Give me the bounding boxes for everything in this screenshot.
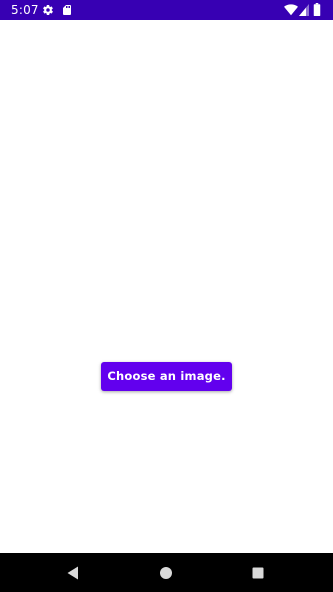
- phone-screen: 5:07 Choose an image.: [0, 0, 333, 592]
- signal-icon: [299, 4, 309, 16]
- status-bar: 5:07: [0, 0, 333, 20]
- sd-card-icon: [63, 5, 71, 15]
- battery-icon: [313, 3, 321, 16]
- wifi-icon: [284, 4, 298, 16]
- status-time: 5:07: [11, 3, 39, 17]
- recents-icon[interactable]: [248, 563, 268, 583]
- home-icon[interactable]: [156, 563, 176, 583]
- main-content: Choose an image.: [0, 20, 333, 553]
- gear-icon: [43, 4, 53, 16]
- choose-image-button[interactable]: Choose an image.: [101, 362, 232, 391]
- navigation-bar: [0, 553, 333, 592]
- back-icon[interactable]: [63, 563, 83, 583]
